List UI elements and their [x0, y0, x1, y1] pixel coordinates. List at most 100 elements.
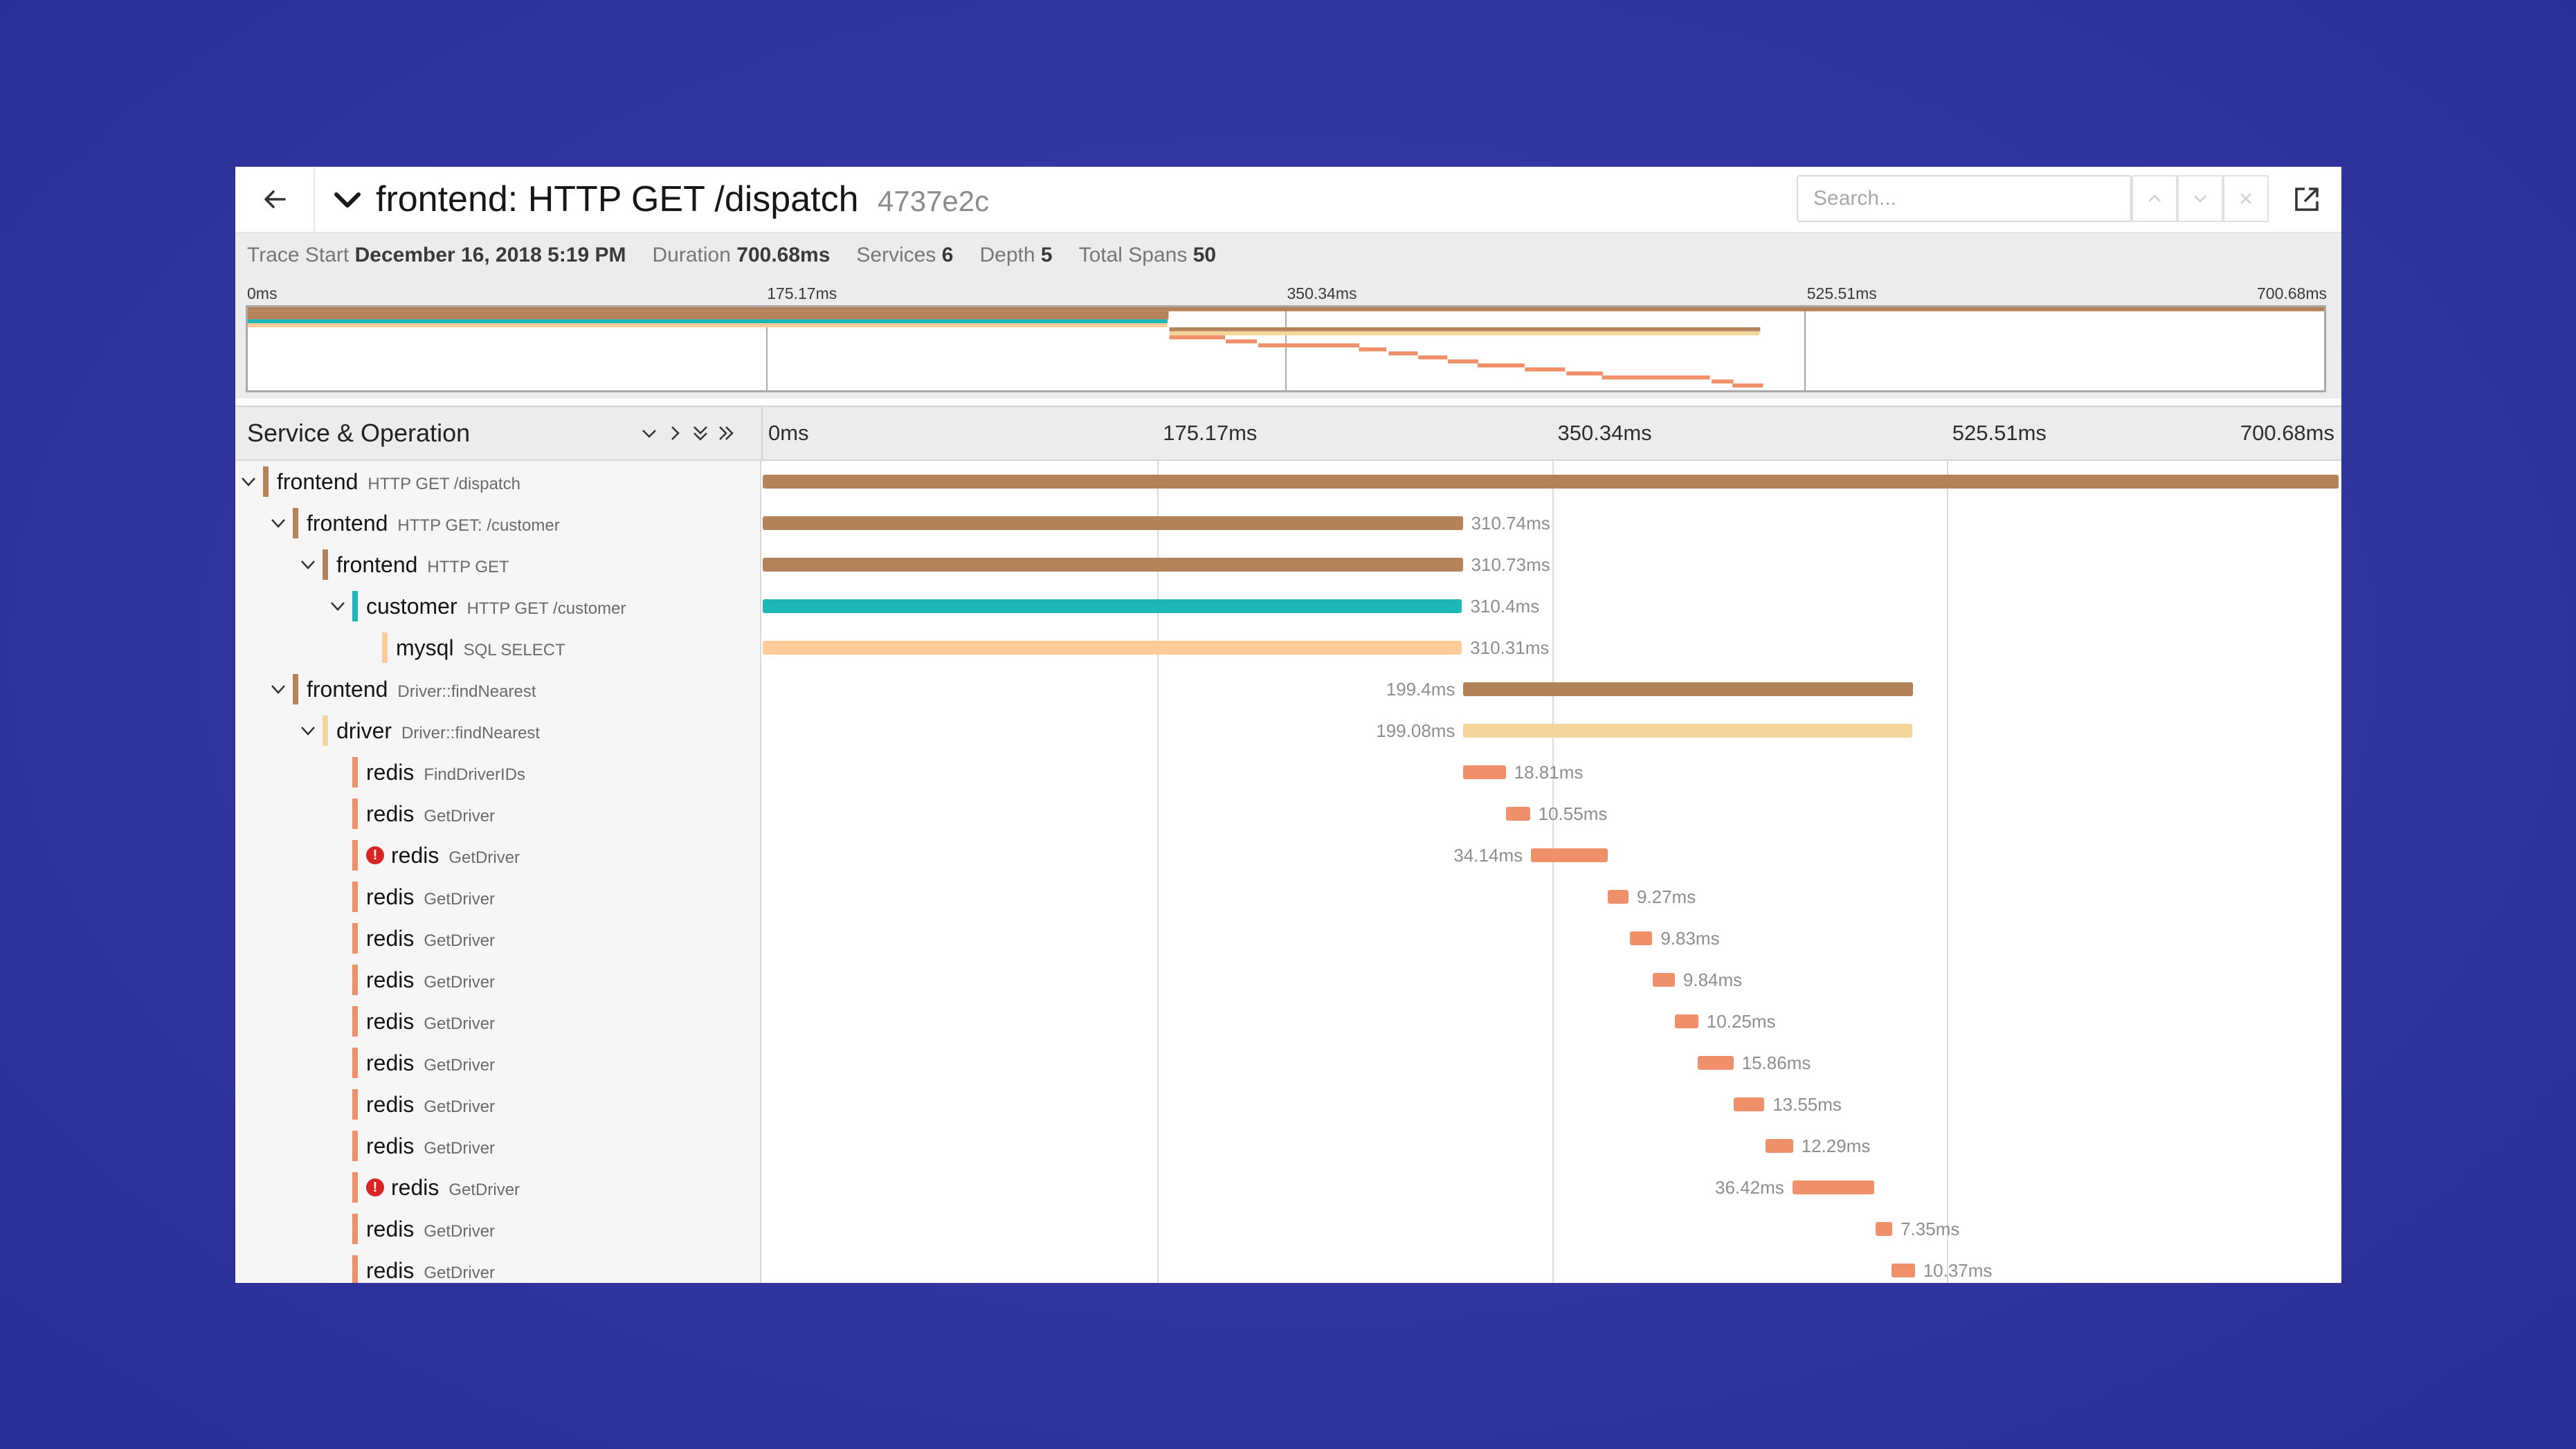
- span-label[interactable]: redis GetDriver: [235, 1125, 761, 1167]
- span-service-name: redis GetDriver: [366, 1084, 495, 1128]
- span-row[interactable]: ! redis GetDriver 34.14ms: [235, 835, 2341, 876]
- span-bar[interactable]: [1675, 1014, 1698, 1028]
- span-bar[interactable]: [1607, 890, 1629, 904]
- span-bar[interactable]: [1463, 724, 1912, 738]
- next-result-button[interactable]: [2177, 175, 2223, 222]
- trace-minimap[interactable]: 0ms 175.17ms 350.34ms 525.51ms 700.68ms: [235, 277, 2341, 399]
- span-row[interactable]: redis GetDriver 10.25ms: [235, 1001, 2341, 1042]
- chevron-down-icon[interactable]: [329, 182, 365, 218]
- span-bar[interactable]: [763, 475, 2339, 489]
- span-bar[interactable]: [1792, 1181, 1875, 1194]
- span-label[interactable]: frontend HTTP GET: [235, 544, 761, 585]
- span-label[interactable]: redis GetDriver: [235, 1250, 761, 1283]
- span-bar[interactable]: [1630, 931, 1653, 945]
- service-color-marker: [352, 1172, 358, 1203]
- span-bar[interactable]: [1506, 807, 1530, 821]
- span-label[interactable]: redis FindDriverIDs: [235, 751, 761, 793]
- chevron-down-icon[interactable]: [298, 554, 318, 575]
- span-bar[interactable]: [763, 516, 1463, 530]
- service-name: redis: [366, 1216, 415, 1241]
- span-label[interactable]: redis GetDriver: [235, 1084, 761, 1125]
- trace-header: frontend: HTTP GET /dispatch 4737e2c: [235, 167, 2341, 233]
- span-label[interactable]: redis GetDriver: [235, 1001, 761, 1042]
- service-color-marker: [293, 508, 298, 538]
- chevron-down-icon[interactable]: [268, 513, 289, 534]
- span-row[interactable]: redis GetDriver 10.55ms: [235, 793, 2341, 835]
- service-color-marker: [323, 549, 328, 580]
- chevron-down-icon[interactable]: [327, 596, 348, 617]
- span-row[interactable]: redis GetDriver 9.84ms: [235, 959, 2341, 1001]
- span-row[interactable]: redis GetDriver 9.27ms: [235, 876, 2341, 918]
- span-label[interactable]: redis GetDriver: [235, 918, 761, 959]
- span-bar[interactable]: [1463, 765, 1506, 779]
- span-row[interactable]: redis GetDriver 12.29ms: [235, 1125, 2341, 1167]
- span-label[interactable]: customer HTTP GET /customer: [235, 585, 761, 627]
- span-label[interactable]: ! redis GetDriver: [235, 1167, 761, 1208]
- span-service-name: frontend Driver::findNearest: [307, 668, 536, 713]
- span-service-name: redis GetDriver: [366, 1001, 495, 1045]
- span-label[interactable]: redis GetDriver: [235, 1208, 761, 1250]
- span-service-name: redis GetDriver: [366, 1250, 495, 1283]
- span-bar[interactable]: [1876, 1222, 1893, 1236]
- service-name: redis: [391, 843, 439, 868]
- service-color-marker: [323, 716, 328, 746]
- span-label[interactable]: frontend HTTP GET /dispatch: [235, 461, 761, 502]
- span-row[interactable]: redis GetDriver 9.83ms: [235, 918, 2341, 959]
- span-label[interactable]: frontend Driver::findNearest: [235, 668, 761, 710]
- timeline-tick-label: 700.68ms: [2240, 421, 2334, 445]
- minimap-viewport[interactable]: [246, 305, 2326, 392]
- minimap-span: [1169, 327, 1761, 331]
- span-label[interactable]: redis GetDriver: [235, 876, 761, 918]
- service-name: customer: [366, 594, 457, 619]
- collapse-all-icon[interactable]: [688, 421, 713, 446]
- span-row[interactable]: frontend HTTP GET: /customer 310.74ms: [235, 502, 2341, 544]
- span-label[interactable]: driver Driver::findNearest: [235, 710, 761, 751]
- minimap-span: [248, 319, 1168, 324]
- minimap-span: [1448, 359, 1478, 364]
- span-label[interactable]: mysql SQL SELECT: [235, 627, 761, 668]
- span-label[interactable]: ! redis GetDriver: [235, 835, 761, 876]
- clear-search-button[interactable]: [2223, 175, 2269, 222]
- back-button[interactable]: [235, 167, 315, 232]
- span-bar[interactable]: [1765, 1139, 1793, 1153]
- span-row[interactable]: redis GetDriver 13.55ms: [235, 1084, 2341, 1125]
- span-label[interactable]: redis GetDriver: [235, 793, 761, 835]
- span-bar[interactable]: [763, 558, 1463, 572]
- span-row[interactable]: redis GetDriver 15.86ms: [235, 1042, 2341, 1084]
- expand-one-icon[interactable]: [662, 421, 687, 446]
- span-bar[interactable]: [1652, 973, 1675, 987]
- chevron-down-icon[interactable]: [238, 471, 259, 492]
- collapse-one-icon[interactable]: [637, 421, 662, 446]
- span-bar[interactable]: [763, 599, 1462, 613]
- span-row[interactable]: frontend HTTP GET /dispatch: [235, 461, 2341, 502]
- span-row[interactable]: driver Driver::findNearest 199.08ms: [235, 710, 2341, 751]
- span-bar[interactable]: [1734, 1097, 1765, 1111]
- span-row[interactable]: customer HTTP GET /customer 310.4ms: [235, 585, 2341, 627]
- span-row[interactable]: redis GetDriver 7.35ms: [235, 1208, 2341, 1250]
- span-duration-label: 310.74ms: [1471, 513, 1550, 534]
- service-color-marker: [352, 591, 358, 621]
- span-bar[interactable]: [1697, 1056, 1734, 1070]
- span-row[interactable]: redis GetDriver 10.37ms: [235, 1250, 2341, 1283]
- minimap-span: [1359, 347, 1387, 352]
- span-row[interactable]: ! redis GetDriver 36.42ms: [235, 1167, 2341, 1208]
- span-row[interactable]: frontend HTTP GET 310.73ms: [235, 544, 2341, 585]
- span-bar[interactable]: [1891, 1264, 1915, 1277]
- span-row[interactable]: redis FindDriverIDs 18.81ms: [235, 751, 2341, 793]
- span-label[interactable]: frontend HTTP GET: /customer: [235, 502, 761, 544]
- span-row[interactable]: frontend Driver::findNearest 199.4ms: [235, 668, 2341, 710]
- search-input[interactable]: [1797, 175, 2132, 222]
- operation-name: GetDriver: [424, 1264, 496, 1282]
- span-bar[interactable]: [1463, 682, 1913, 696]
- span-label[interactable]: redis GetDriver: [235, 959, 761, 1001]
- span-label[interactable]: redis GetDriver: [235, 1042, 761, 1084]
- expand-all-icon[interactable]: [714, 421, 738, 446]
- chevron-down-icon[interactable]: [298, 720, 318, 741]
- span-bar[interactable]: [763, 641, 1462, 655]
- span-bar[interactable]: [1531, 848, 1608, 862]
- span-row[interactable]: mysql SQL SELECT 310.31ms: [235, 627, 2341, 668]
- column-resizer[interactable]: [761, 407, 763, 459]
- chevron-down-icon[interactable]: [268, 679, 289, 700]
- prev-result-button[interactable]: [2132, 175, 2177, 222]
- external-link-icon[interactable]: [2291, 183, 2323, 215]
